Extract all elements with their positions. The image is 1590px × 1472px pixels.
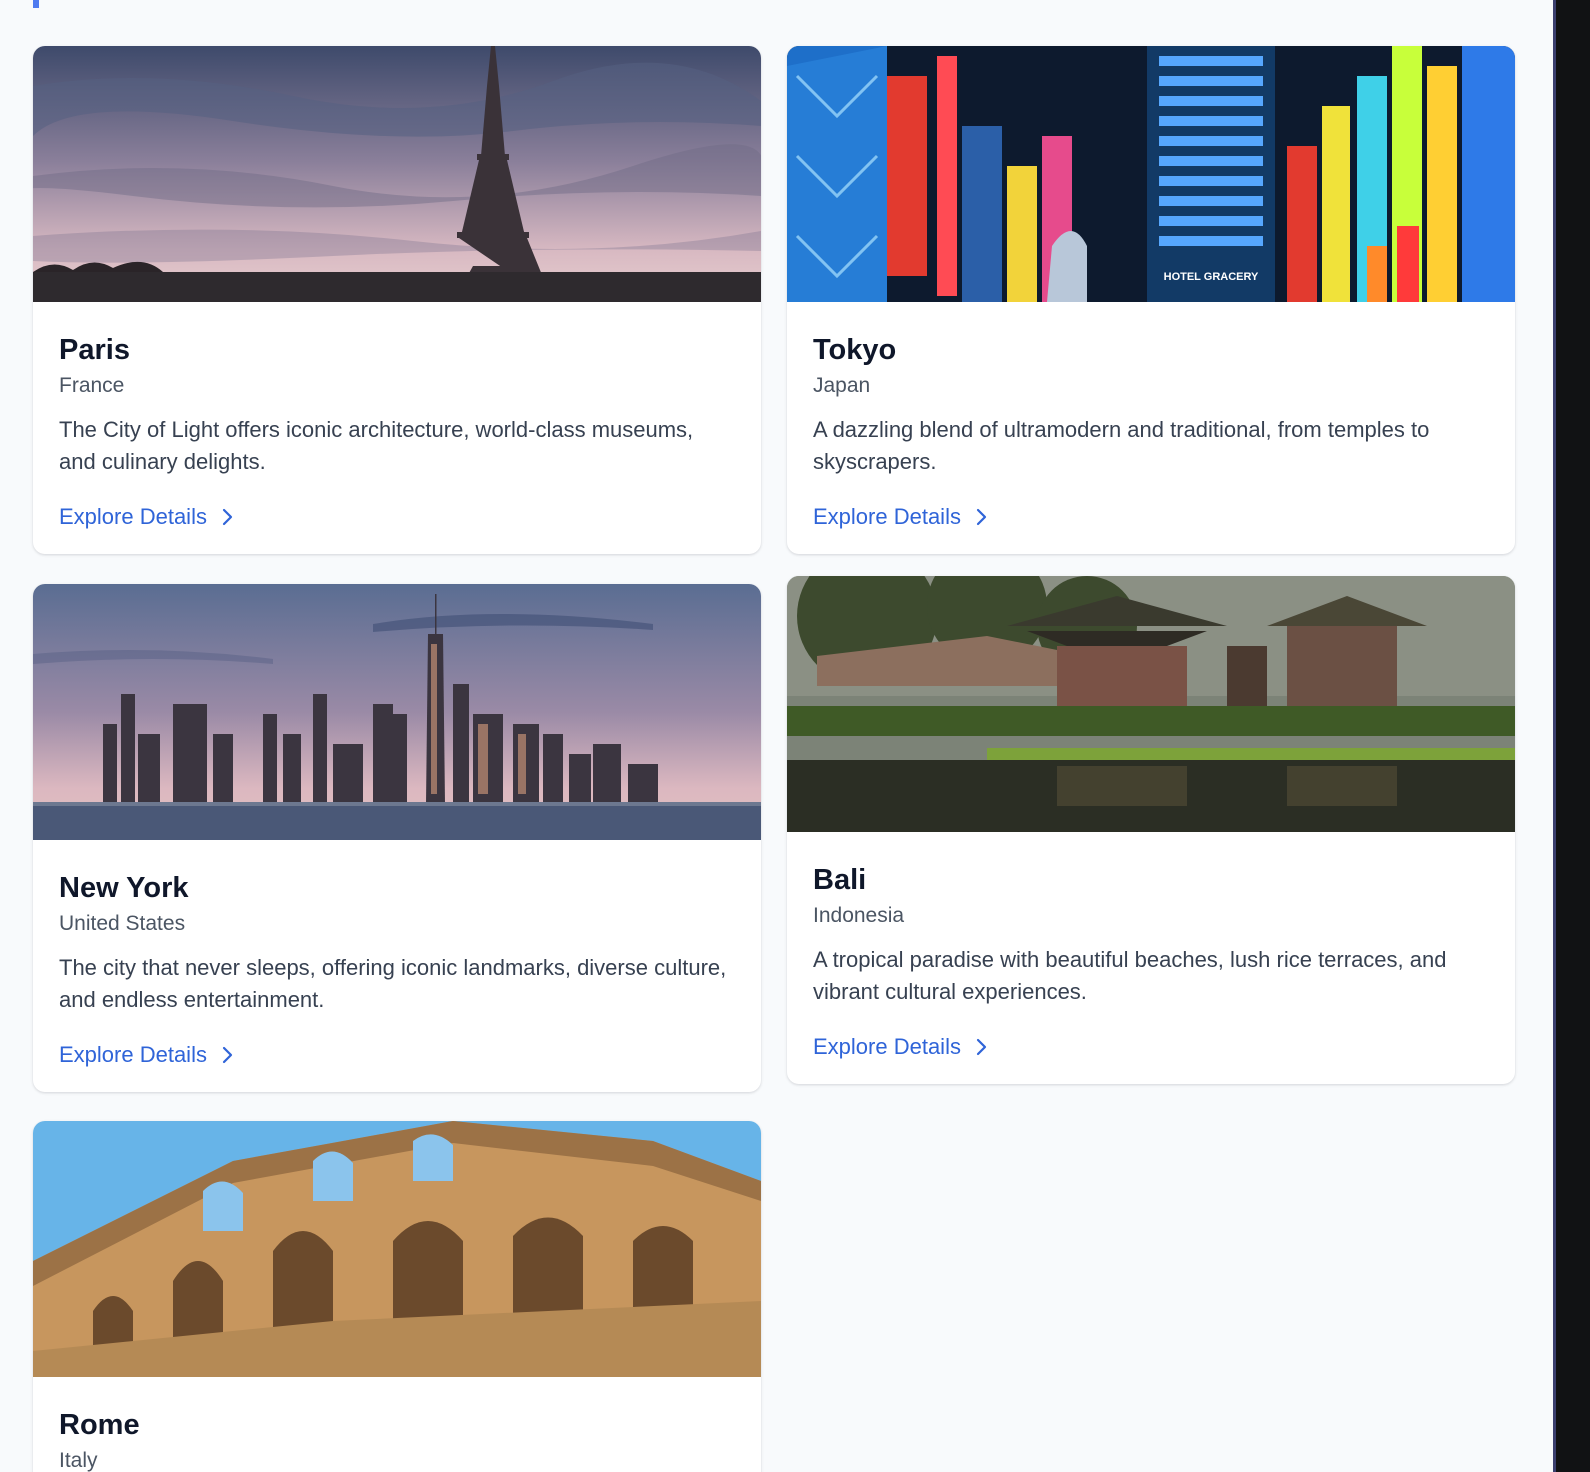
- card-title: New York: [59, 872, 189, 904]
- card-title: Bali: [813, 864, 867, 896]
- chevron-right-icon: [222, 508, 233, 526]
- destination-card-bali[interactable]: Bali Indonesia A tropical paradise with …: [787, 576, 1515, 1084]
- explore-details-label: Explore Details: [59, 1042, 207, 1067]
- card-description: A dazzling blend of ultramodern and trad…: [813, 417, 1430, 474]
- explore-details-label: Explore Details: [813, 504, 961, 529]
- paris-image: [33, 46, 761, 302]
- window-edge: [1553, 0, 1590, 1472]
- card-country: United States: [59, 912, 186, 935]
- rome-image: [33, 1121, 761, 1377]
- card-description: The city that never sleeps, offering ico…: [59, 955, 727, 1012]
- card-country: Italy: [59, 1449, 98, 1472]
- card-title: Rome: [59, 1409, 140, 1441]
- chevron-right-icon: [976, 1038, 987, 1056]
- chevron-right-icon: [976, 508, 987, 526]
- explore-details-link[interactable]: Explore Details: [59, 502, 235, 532]
- explore-details-link[interactable]: Explore Details: [813, 502, 989, 532]
- explore-details-link[interactable]: Explore Details: [59, 1040, 235, 1070]
- hotel-sign: HOTEL GRACERY: [1164, 271, 1259, 283]
- card-description: A tropical paradise with beautiful beach…: [813, 947, 1447, 1004]
- destination-card-tokyo[interactable]: HOTEL GRACERY Tokyo Japan A dazzling ble…: [787, 46, 1515, 554]
- card-country: Japan: [813, 374, 871, 397]
- tokyo-image: HOTEL GRACERY: [787, 46, 1515, 302]
- card-description: The City of Light offers iconic architec…: [59, 417, 694, 474]
- explore-details-link[interactable]: Explore Details: [813, 1032, 989, 1062]
- destination-card-new-york[interactable]: New York United States The city that nev…: [33, 584, 761, 1092]
- new-york-image: [33, 584, 761, 840]
- explore-details-label: Explore Details: [59, 504, 207, 529]
- bali-image: [787, 576, 1515, 832]
- card-title: Paris: [59, 334, 130, 366]
- card-country: Indonesia: [813, 904, 905, 927]
- destination-card-paris[interactable]: Paris France The City of Light offers ic…: [33, 46, 761, 554]
- chevron-right-icon: [222, 1046, 233, 1064]
- destination-card-rome[interactable]: Rome Italy: [33, 1121, 761, 1472]
- section-accent-bar: [33, 0, 39, 8]
- card-country: France: [59, 374, 125, 397]
- card-title: Tokyo: [813, 334, 897, 366]
- page: Paris France The City of Light offers ic…: [0, 0, 1590, 1472]
- explore-details-label: Explore Details: [813, 1034, 961, 1059]
